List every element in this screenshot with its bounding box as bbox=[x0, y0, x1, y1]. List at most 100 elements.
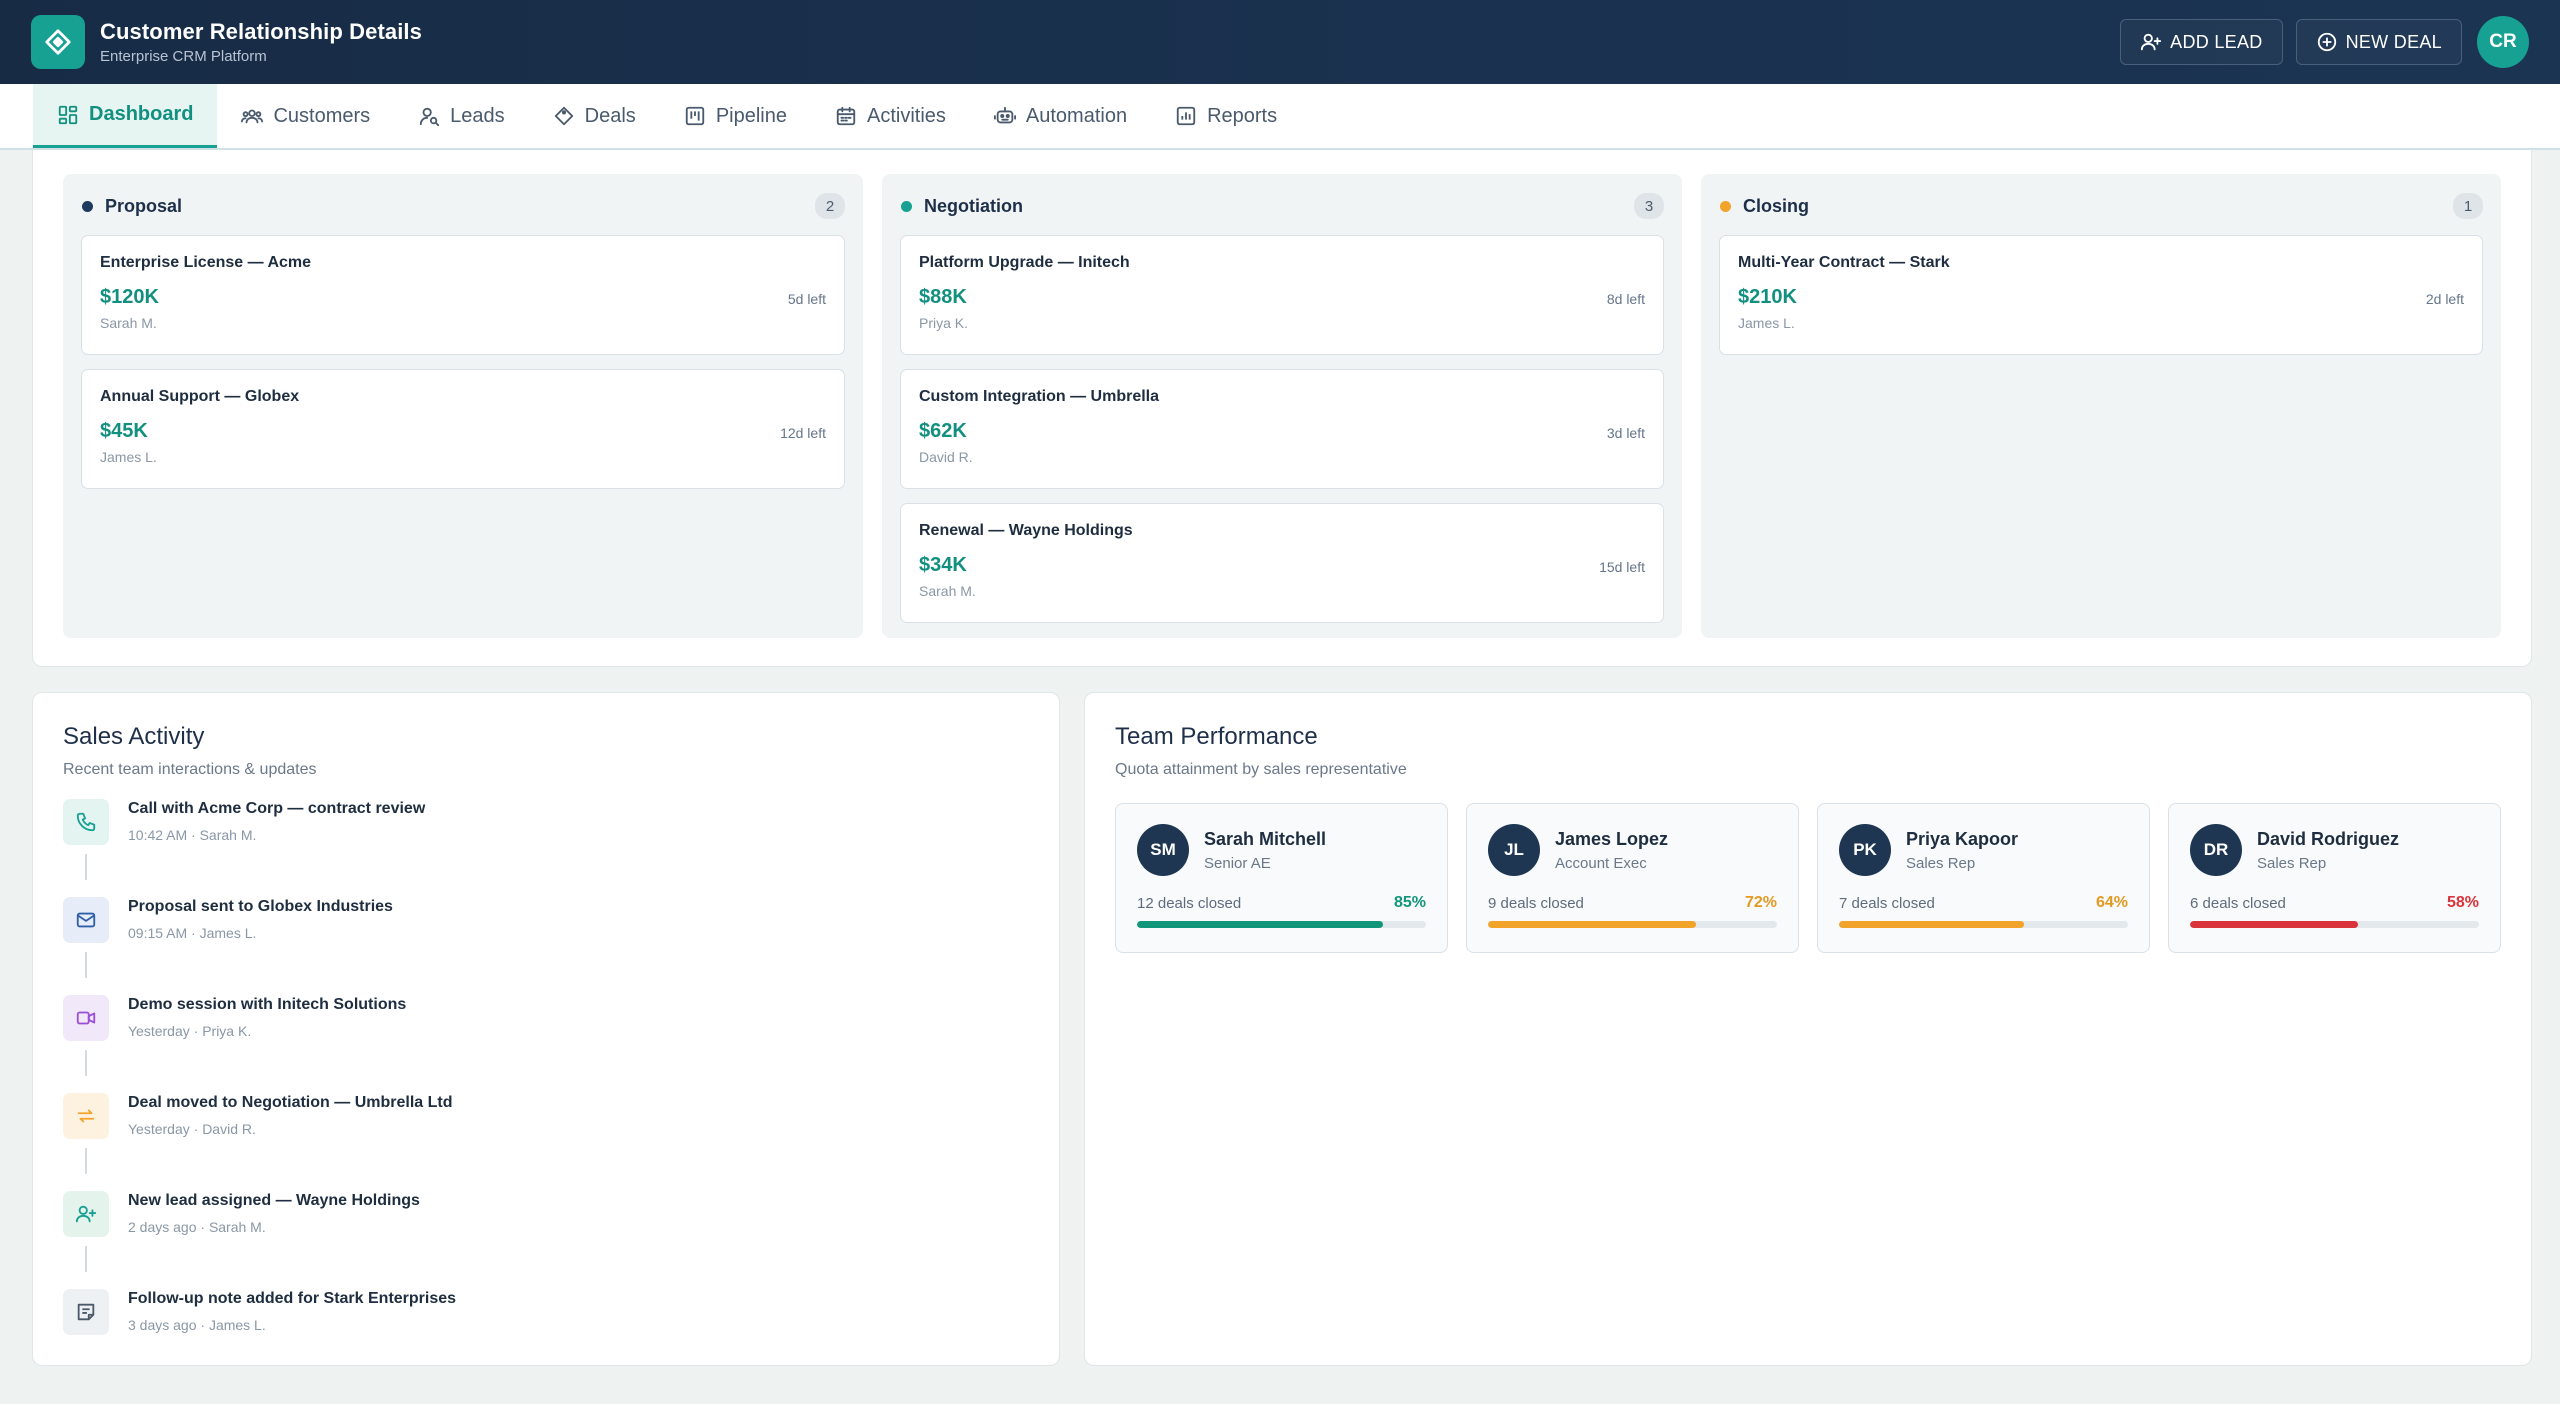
deal-time-left: 3d left bbox=[1606, 425, 1645, 441]
timeline-connector bbox=[85, 1050, 87, 1076]
reports-icon bbox=[1176, 106, 1196, 126]
tab-activities[interactable]: Activities bbox=[811, 84, 970, 148]
pipeline-column-closing: Closing 1 Multi-Year Contract — Stark $2… bbox=[1701, 174, 2501, 638]
activity-icon-wrap bbox=[63, 1093, 109, 1139]
tab-deals[interactable]: Deals bbox=[529, 84, 660, 148]
deal-owner: Priya K. bbox=[919, 315, 969, 331]
timeline-connector bbox=[85, 854, 87, 880]
quota-progress-bar bbox=[2190, 921, 2479, 928]
tab-label: Leads bbox=[450, 104, 505, 127]
deal-amount: $120K bbox=[100, 286, 159, 308]
new-deal-label: NEW DEAL bbox=[2345, 31, 2442, 52]
activity-item[interactable]: Demo session with Initech Solutions Yest… bbox=[63, 995, 1029, 1093]
column-count-badge: 3 bbox=[1634, 193, 1664, 219]
quota-percent: 85% bbox=[1393, 894, 1426, 911]
deal-time-left: 15d left bbox=[1599, 559, 1645, 575]
tab-pipeline[interactable]: Pipeline bbox=[660, 84, 811, 148]
tab-label: Activities bbox=[866, 104, 946, 127]
tab-automation[interactable]: Automation bbox=[970, 84, 1151, 148]
quota-progress-bar bbox=[1137, 921, 1426, 928]
activity-item[interactable]: Call with Acme Corp — contract review 10… bbox=[63, 799, 1029, 897]
app-logo bbox=[31, 15, 85, 69]
avatar: PK bbox=[1839, 824, 1891, 876]
deal-card[interactable]: Custom Integration — Umbrella $62K David… bbox=[900, 369, 1664, 489]
activity-icon-wrap bbox=[63, 1289, 109, 1335]
main-nav: Dashboard Customers Leads Deals Pipeline… bbox=[0, 84, 2560, 150]
quota-progress-fill bbox=[1839, 921, 2024, 928]
deal-time-left: 8d left bbox=[1606, 291, 1645, 307]
member-name: David Rodriguez bbox=[2257, 828, 2400, 849]
team-member-card[interactable]: JL James Lopez Account Exec 9 deals clos… bbox=[1466, 803, 1799, 953]
activity-list: Call with Acme Corp — contract review 10… bbox=[63, 799, 1029, 1387]
column-title: Negotiation bbox=[924, 195, 1023, 216]
note-icon bbox=[77, 1303, 95, 1321]
quota-progress-fill bbox=[1488, 921, 1697, 928]
tab-customers[interactable]: Customers bbox=[217, 84, 394, 148]
tag-logo-icon bbox=[45, 29, 71, 55]
deal-title: Renewal — Wayne Holdings bbox=[919, 522, 1133, 539]
deal-card[interactable]: Annual Support — Globex $45K James L. 12… bbox=[81, 369, 845, 489]
member-role: Sales Rep bbox=[2257, 854, 2327, 872]
team-member-card[interactable]: DR David Rodriguez Sales Rep 6 deals clo… bbox=[2168, 803, 2501, 953]
deal-amount: $34K bbox=[919, 554, 967, 576]
deal-amount: $210K bbox=[1738, 286, 1797, 308]
activity-title: Follow-up note added for Stark Enterpris… bbox=[128, 1290, 457, 1307]
add-lead-button[interactable]: ADD LEAD bbox=[2120, 19, 2283, 65]
activity-icon-wrap bbox=[63, 1191, 109, 1237]
tab-dashboard[interactable]: Dashboard bbox=[33, 84, 218, 148]
avatar: JL bbox=[1488, 824, 1540, 876]
deal-card[interactable]: Multi-Year Contract — Stark $210K James … bbox=[1719, 235, 2483, 355]
quota-percent: 72% bbox=[1744, 894, 1777, 911]
app-subtitle: Enterprise CRM Platform bbox=[100, 48, 267, 65]
user-avatar[interactable]: CR bbox=[2477, 16, 2529, 68]
activity-icon-wrap bbox=[63, 995, 109, 1041]
pipeline-column-negotiation: Negotiation 3 Platform Upgrade — Initech… bbox=[882, 174, 1682, 638]
deal-title: Custom Integration — Umbrella bbox=[919, 388, 1160, 405]
deal-title: Annual Support — Globex bbox=[100, 388, 300, 405]
column-title: Proposal bbox=[105, 195, 183, 216]
deal-owner: Sarah M. bbox=[100, 315, 157, 331]
deal-amount: $62K bbox=[919, 420, 967, 442]
member-name: Sarah Mitchell bbox=[1204, 828, 1327, 849]
user-plus-icon bbox=[2141, 33, 2162, 51]
leads-icon bbox=[420, 107, 440, 127]
stage-dot bbox=[901, 200, 912, 212]
activity-item[interactable]: Deal moved to Negotiation — Umbrella Ltd… bbox=[63, 1093, 1029, 1191]
deal-card[interactable]: Platform Upgrade — Initech $88K Priya K.… bbox=[900, 235, 1664, 355]
column-count-badge: 1 bbox=[2453, 193, 2483, 219]
deal-time-left: 5d left bbox=[787, 291, 826, 307]
dashboard-icon bbox=[58, 105, 78, 124]
quota-progress-bar bbox=[1488, 921, 1777, 928]
panel-title: Sales Activity bbox=[63, 723, 205, 750]
team-member-card[interactable]: PK Priya Kapoor Sales Rep 7 deals closed… bbox=[1817, 803, 2150, 953]
activity-item[interactable]: New lead assigned — Wayne Holdings 2 day… bbox=[63, 1191, 1029, 1289]
column-title: Closing bbox=[1743, 195, 1809, 216]
timeline-connector bbox=[85, 1148, 87, 1174]
deal-time-left: 2d left bbox=[2425, 291, 2464, 307]
tab-reports[interactable]: Reports bbox=[1151, 84, 1301, 148]
deal-title: Multi-Year Contract — Stark bbox=[1738, 254, 1950, 271]
app-title: Customer Relationship Details bbox=[100, 19, 422, 44]
team-member-card[interactable]: SM Sarah Mitchell Senior AE 12 deals clo… bbox=[1115, 803, 1448, 953]
member-role: Sales Rep bbox=[1906, 854, 1976, 872]
activity-icon-wrap bbox=[63, 799, 109, 845]
activity-item[interactable]: Proposal sent to Globex Industries 09:15… bbox=[63, 897, 1029, 995]
deals-icon bbox=[554, 106, 573, 126]
tab-label: Deals bbox=[584, 104, 636, 127]
member-role: Senior AE bbox=[1204, 854, 1271, 872]
timeline-connector bbox=[85, 1246, 87, 1272]
activity-meta: Yesterday · David R. bbox=[128, 1121, 256, 1137]
member-name: James Lopez bbox=[1555, 828, 1669, 849]
tab-leads[interactable]: Leads bbox=[394, 84, 529, 148]
robot-icon bbox=[993, 106, 1016, 124]
transfer-icon bbox=[77, 1109, 95, 1123]
deal-card[interactable]: Renewal — Wayne Holdings $34K Sarah M. 1… bbox=[900, 503, 1664, 623]
deal-card[interactable]: Enterprise License — Acme $120K Sarah M.… bbox=[81, 235, 845, 355]
new-deal-button[interactable]: NEW DEAL bbox=[2295, 19, 2462, 65]
activity-item[interactable]: Follow-up note added for Stark Enterpris… bbox=[63, 1289, 1029, 1387]
deals-closed: 9 deals closed bbox=[1488, 894, 1584, 912]
deal-amount: $88K bbox=[919, 286, 967, 308]
deal-owner: Sarah M. bbox=[919, 583, 976, 599]
quota-percent: 64% bbox=[2095, 894, 2128, 911]
activity-title: Proposal sent to Globex Industries bbox=[128, 898, 393, 915]
